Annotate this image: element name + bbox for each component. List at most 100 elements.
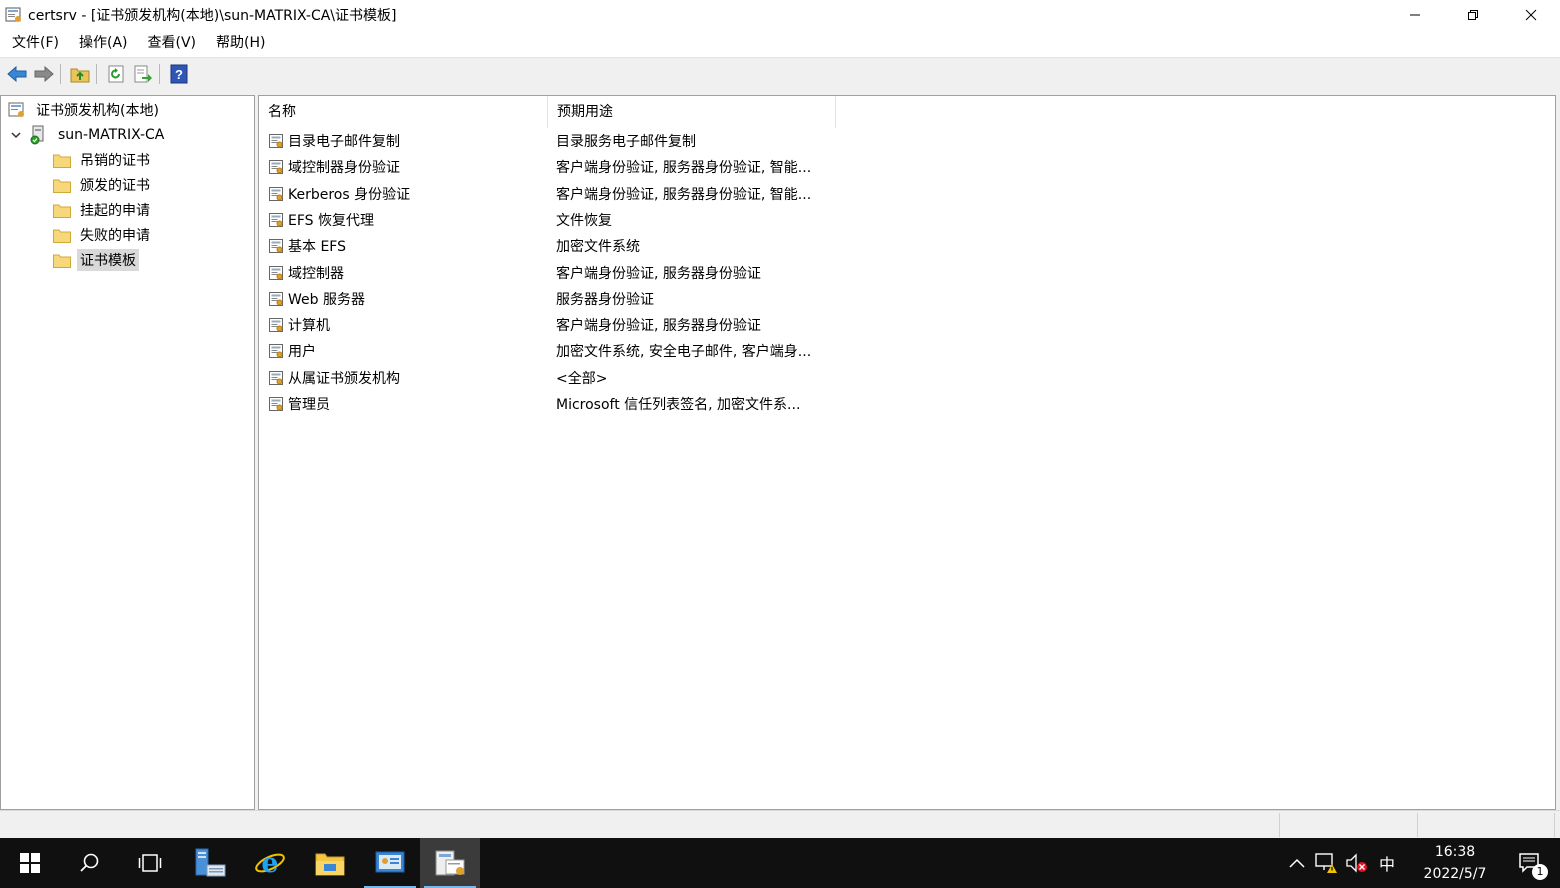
taskbar-active-directory[interactable] [360,838,420,888]
tree-root-item[interactable]: 证书颁发机构(本地) [7,99,162,121]
taskbar-server-manager[interactable] [180,838,240,888]
template-name: 目录电子邮件复制 [288,134,400,150]
table-row[interactable]: 域控制器身份验证 客户端身份验证, 服务器身份验证, 智能... [259,154,826,180]
table-row[interactable]: Kerberos 身份验证 客户端身份验证, 服务器身份验证, 智能... [259,181,826,207]
certificate-template-icon [269,344,283,359]
results-list: 名称 预期用途 目录电子邮件复制 目录服务电子邮件复制 域控制器身份验证 客户端身份验… [258,95,1556,810]
tree-ca-item[interactable]: sun-MATRIX-CA [9,124,167,146]
network-tray-button[interactable] [1312,838,1342,888]
forward-button[interactable] [32,62,56,86]
search-icon [80,853,99,872]
clock-time: 16:38 [1434,844,1476,860]
template-name: 基本 EFS [288,239,346,256]
chevron-up-icon [1289,858,1305,868]
table-row[interactable]: 域控制器 客户端身份验证, 服务器身份验证 [259,260,826,286]
certificate-template-icon [269,134,283,148]
export-list-icon [134,65,152,83]
tree-folder-label: 证书模板 [77,249,139,271]
template-name: Web 服务器 [288,291,365,308]
table-row[interactable]: EFS 恢复代理 文件恢复 [259,207,826,233]
table-row[interactable]: 用户 加密文件系统, 安全电子邮件, 客户端身... [259,338,826,364]
back-button[interactable] [5,62,29,86]
refresh-icon [108,65,124,83]
table-row[interactable]: 基本 EFS 加密文件系统 [259,233,826,259]
table-row[interactable]: 从属证书颁发机构 <全部> [259,365,826,391]
template-purpose: <全部> [556,370,608,387]
task-view-button[interactable] [120,838,180,888]
console-tree: 证书颁发机构(本地) sun-MATRIX-CA 吊销的证书 颁发的证书 挂起的… [0,95,255,810]
system-tray: 中 16:38 2022/5/7 1 [1282,838,1560,888]
help-button[interactable]: ? [167,62,191,86]
tree-folder-revoked[interactable]: 吊销的证书 [53,149,153,171]
tree-folder-issued[interactable]: 颁发的证书 [53,174,153,196]
template-purpose: 加密文件系统 [556,239,640,256]
menu-action[interactable]: 操作(A) [69,30,138,57]
taskbar-internet-explorer[interactable]: e [240,838,300,888]
expand-chevron-icon[interactable] [9,128,23,142]
volume-tray-button[interactable] [1342,838,1372,888]
template-purpose: 加密文件系统, 安全电子邮件, 客户端身... [556,344,812,361]
folder-icon [53,204,71,218]
start-button[interactable] [0,838,60,888]
task-view-icon [138,854,162,872]
clock[interactable]: 16:38 2022/5/7 [1410,841,1500,885]
action-center-button[interactable]: 1 [1500,838,1560,888]
menu-help[interactable]: 帮助(H) [206,30,275,57]
notification-count-badge: 1 [1532,864,1548,880]
table-row[interactable]: 目录电子邮件复制 目录服务电子邮件复制 [259,128,826,154]
certificate-template-icon [269,239,283,254]
taskbar-certsrv[interactable] [420,838,480,888]
input-method-indicator[interactable]: 中 [1372,838,1402,888]
folder-icon [53,254,71,268]
title-bar: certsrv - [证书颁发机构(本地)\sun-MATRIX-CA\证书模板… [0,0,1560,30]
certsrv-taskbar-icon [435,850,465,876]
table-row[interactable]: 管理员 Microsoft 信任列表签名, 加密文件系... [259,391,826,417]
folder-icon [53,154,71,168]
tree-folder-failed[interactable]: 失败的申请 [53,224,153,246]
certificate-template-icon [269,212,283,227]
volume-muted-icon [1346,853,1367,873]
tree-folder-label: 失败的申请 [80,228,150,244]
close-button[interactable] [1502,0,1560,30]
list-header: 名称 预期用途 [259,96,836,128]
template-name: 域控制器 [288,265,344,282]
template-purpose: 服务器身份验证 [556,291,654,308]
toolbar-separator [60,64,61,84]
tree-ca-label: sun-MATRIX-CA [58,127,165,143]
up-one-level-button[interactable] [68,62,92,86]
back-arrow-icon [7,66,27,82]
menu-view[interactable]: 查看(V) [138,30,207,57]
minimize-button[interactable] [1386,0,1444,30]
folder-up-icon [70,68,90,83]
template-name: 管理员 [288,397,330,413]
certificate-template-icon [269,291,283,306]
show-hidden-icons-button[interactable] [1282,838,1312,888]
certificate-template-icon [269,265,283,280]
taskbar-file-explorer[interactable] [300,838,360,888]
internet-explorer-icon: e [255,848,285,879]
column-header-purpose[interactable]: 预期用途 [548,96,836,128]
tree-folder-templates[interactable]: 证书模板 [53,249,139,271]
table-row[interactable]: 计算机 客户端身份验证, 服务器身份验证 [259,312,826,338]
clock-date: 2022/5/7 [1423,866,1487,882]
menu-file[interactable]: 文件(F) [0,30,69,57]
template-purpose: 文件恢复 [556,212,612,229]
folder-icon [53,179,71,193]
certificate-template-icon [269,318,283,333]
tree-folder-pending[interactable]: 挂起的申请 [53,199,153,221]
search-button[interactable] [60,838,120,888]
minimize-icon [1410,14,1420,16]
help-icon: ? [170,64,188,84]
windows-logo-icon [20,853,40,873]
refresh-button[interactable] [104,62,128,86]
ca-server-icon [30,125,44,145]
column-header-name[interactable]: 名称 [259,96,548,128]
template-purpose: Microsoft 信任列表签名, 加密文件系... [556,397,801,413]
table-row[interactable]: Web 服务器 服务器身份验证 [259,286,826,312]
tree-folder-label: 挂起的申请 [80,203,150,219]
certificate-template-icon [269,370,283,385]
template-name: 用户 [288,344,316,361]
export-list-button[interactable] [131,62,155,86]
restore-button[interactable] [1444,0,1502,30]
template-name: 域控制器身份验证 [288,160,400,177]
